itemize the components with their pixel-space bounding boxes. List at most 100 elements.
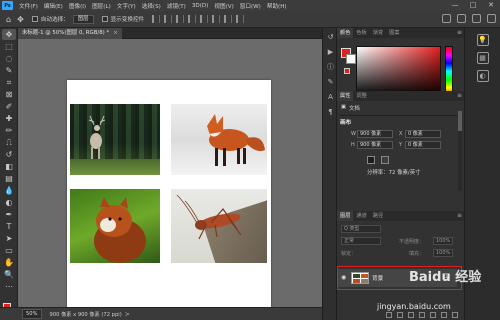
align-middle-icon[interactable] bbox=[200, 15, 209, 23]
auto-select-checkbox[interactable] bbox=[31, 16, 38, 22]
x-field[interactable]: 0 像素 bbox=[405, 130, 441, 138]
tab-adjustments[interactable]: 调整 bbox=[353, 91, 369, 101]
menu-select[interactable]: 选择(S) bbox=[139, 2, 164, 10]
align-center-icon[interactable] bbox=[164, 15, 173, 23]
hand-tool-icon[interactable]: ✋ bbox=[2, 257, 16, 268]
tab-color[interactable]: 颜色 bbox=[337, 28, 354, 38]
tab-patterns[interactable]: 图案 bbox=[386, 28, 402, 38]
lasso-tool-icon[interactable]: ◌ bbox=[2, 53, 16, 64]
tab-swatches[interactable]: 色板 bbox=[353, 28, 369, 38]
maximize-button[interactable]: □ bbox=[464, 0, 482, 11]
eraser-tool-icon[interactable]: ◧ bbox=[2, 161, 16, 172]
distribute-icon[interactable] bbox=[224, 15, 233, 23]
move-tool-preset-icon[interactable]: ✥ bbox=[17, 15, 24, 24]
width-field[interactable]: 900 像素 bbox=[357, 130, 393, 138]
home-icon[interactable]: ⌂ bbox=[6, 15, 11, 24]
canvas-area[interactable] bbox=[18, 39, 322, 320]
menu-3d[interactable]: 3D(D) bbox=[189, 3, 212, 9]
align-right-icon[interactable] bbox=[176, 15, 185, 23]
layers-menu-icon[interactable]: ≡ bbox=[457, 211, 462, 221]
healing-tool-icon[interactable]: ✚ bbox=[2, 113, 16, 124]
brush-tool-icon[interactable]: ✏ bbox=[2, 125, 16, 136]
delete-layer-icon[interactable] bbox=[452, 312, 458, 318]
new-layer-icon[interactable] bbox=[441, 312, 447, 318]
zoom-tool-icon[interactable]: 🔍 bbox=[2, 269, 16, 280]
align-left-icon[interactable] bbox=[152, 15, 161, 23]
share-icon[interactable] bbox=[487, 14, 496, 23]
menu-filter[interactable]: 滤镜(T) bbox=[164, 2, 189, 10]
blend-mode-dropdown[interactable]: 正常 bbox=[341, 237, 381, 245]
menu-type[interactable]: 文字(Y) bbox=[114, 2, 139, 10]
stamp-tool-icon[interactable]: ⎍ bbox=[2, 137, 16, 148]
character-panel-icon[interactable]: A bbox=[325, 92, 336, 103]
dodge-tool-icon[interactable]: ◐ bbox=[2, 197, 16, 208]
panel-menu-icon[interactable]: ≡ bbox=[457, 28, 462, 38]
brush-settings-panel-icon[interactable]: ✎ bbox=[325, 77, 336, 88]
minimize-button[interactable]: — bbox=[446, 0, 464, 11]
frame-tool-icon[interactable]: ⊠ bbox=[2, 89, 16, 100]
more-tools-icon[interactable]: ⋯ bbox=[2, 281, 16, 292]
align-top-icon[interactable] bbox=[188, 15, 197, 23]
path-select-tool-icon[interactable]: ➤ bbox=[2, 233, 16, 244]
artboard[interactable] bbox=[67, 80, 271, 320]
blur-tool-icon[interactable]: 💧 bbox=[2, 185, 16, 196]
menu-view[interactable]: 视图(V) bbox=[211, 2, 236, 10]
3d-mode-icon[interactable] bbox=[442, 14, 451, 23]
paragraph-panel-icon[interactable]: ¶ bbox=[325, 107, 336, 118]
libraries-icon[interactable]: ▦ bbox=[476, 52, 489, 64]
menu-image[interactable]: 图像(I) bbox=[66, 2, 89, 10]
tab-paths[interactable]: 路径 bbox=[370, 211, 386, 221]
adjust-icon[interactable]: ◐ bbox=[476, 70, 489, 82]
move-tool-icon[interactable]: ✥ bbox=[2, 29, 16, 40]
workspace-icon[interactable] bbox=[472, 14, 481, 23]
menu-edit[interactable]: 编辑(E) bbox=[41, 2, 66, 10]
layer-filter-dropdown[interactable]: Q 类型 bbox=[341, 225, 381, 233]
add-mask-icon[interactable] bbox=[408, 312, 414, 318]
distribute-vertical-icon[interactable] bbox=[236, 15, 245, 23]
history-brush-tool-icon[interactable]: ↺ bbox=[2, 149, 16, 160]
hue-slider[interactable] bbox=[445, 46, 453, 97]
crop-tool-icon[interactable]: ⌗ bbox=[2, 77, 16, 88]
type-tool-icon[interactable]: T bbox=[2, 221, 16, 232]
close-button[interactable]: ✕ bbox=[482, 0, 500, 11]
show-transform-checkbox[interactable] bbox=[101, 16, 108, 22]
pen-tool-icon[interactable]: ✒ bbox=[2, 209, 16, 220]
auto-select-dropdown[interactable]: 图层 bbox=[72, 14, 94, 24]
zoom-level-field[interactable]: 50% bbox=[22, 309, 42, 319]
menu-layer[interactable]: 图层(L) bbox=[89, 2, 114, 10]
menu-window[interactable]: 窗口(W) bbox=[237, 2, 264, 10]
tab-properties[interactable]: 属性 bbox=[337, 91, 354, 101]
document-tab[interactable]: 未标题-1 @ 50%(图层 0, RGB/8) * × bbox=[18, 28, 122, 39]
group-icon[interactable] bbox=[430, 312, 436, 318]
opacity-field[interactable]: 100% bbox=[433, 237, 453, 245]
fx-icon[interactable] bbox=[397, 312, 403, 318]
status-menu-arrow[interactable]: > bbox=[125, 311, 130, 318]
color-panel-background-swatch[interactable] bbox=[346, 54, 356, 64]
marquee-tool-icon[interactable]: ⬚ bbox=[2, 41, 16, 52]
info-panel-icon[interactable]: ⓘ bbox=[325, 62, 336, 73]
height-field[interactable]: 900 像素 bbox=[357, 141, 393, 149]
adjustment-layer-icon[interactable] bbox=[419, 312, 425, 318]
menu-help[interactable]: 帮助(H) bbox=[264, 2, 290, 10]
fill-field[interactable]: 100% bbox=[433, 249, 453, 257]
color-picker-field[interactable] bbox=[356, 46, 441, 97]
eyedropper-tool-icon[interactable]: ✐ bbox=[2, 101, 16, 112]
learn-icon[interactable]: 💡 bbox=[476, 34, 489, 46]
actions-panel-icon[interactable]: ▶ bbox=[325, 47, 336, 58]
gradient-tool-icon[interactable]: ▤ bbox=[2, 173, 16, 184]
landscape-orientation-icon[interactable] bbox=[381, 156, 389, 164]
align-bottom-icon[interactable] bbox=[212, 15, 221, 23]
properties-scrollbar[interactable] bbox=[458, 111, 462, 191]
close-tab-icon[interactable]: × bbox=[113, 30, 118, 36]
portrait-orientation-icon[interactable] bbox=[367, 156, 375, 164]
out-of-gamut-swatch[interactable] bbox=[344, 68, 350, 74]
history-panel-icon[interactable]: ↺ bbox=[325, 32, 336, 43]
tab-layers[interactable]: 图层 bbox=[337, 211, 354, 221]
tab-gradients[interactable]: 渐变 bbox=[370, 28, 386, 38]
y-field[interactable]: 0 像素 bbox=[405, 141, 441, 149]
menu-file[interactable]: 文件(F) bbox=[16, 2, 41, 10]
quick-select-tool-icon[interactable]: ✎ bbox=[2, 65, 16, 76]
shape-tool-icon[interactable]: ▭ bbox=[2, 245, 16, 256]
properties-menu-icon[interactable]: ≡ bbox=[457, 91, 462, 101]
link-layers-icon[interactable] bbox=[386, 312, 392, 318]
